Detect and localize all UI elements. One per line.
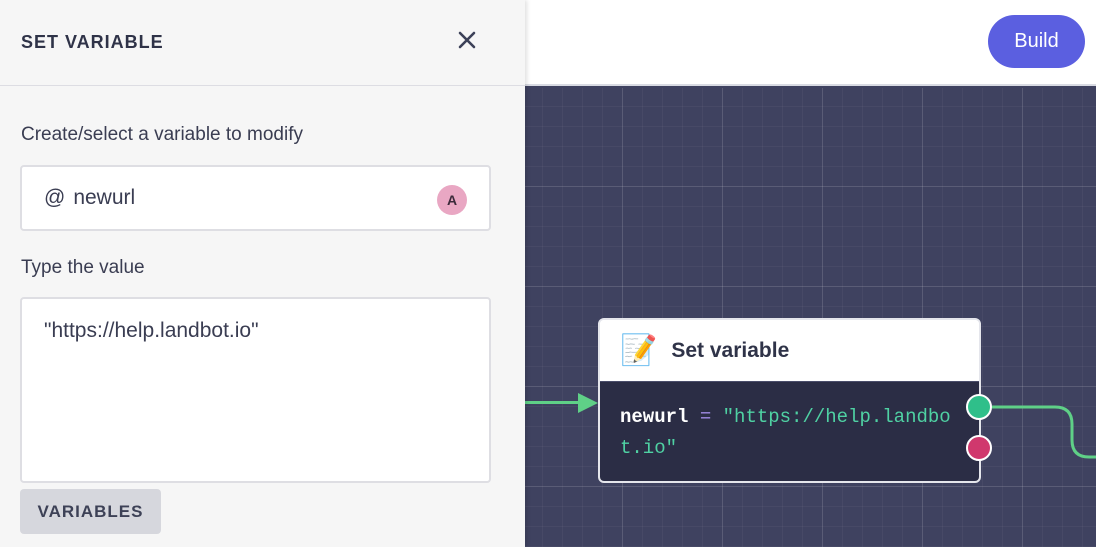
success-output-port[interactable] <box>966 394 992 420</box>
variables-button[interactable]: VARIABLES <box>20 489 161 534</box>
value-textarea[interactable]: "https://help.landbot.io" <box>20 297 491 483</box>
variable-field-label: Create/select a variable to modify <box>21 124 303 145</box>
memo-icon: 📝 <box>620 333 658 367</box>
at-icon: @ <box>44 186 66 209</box>
fail-output-port[interactable] <box>966 435 992 461</box>
panel-title: SET VARIABLE <box>21 32 164 52</box>
block-header: 📝 Set variable <box>600 320 979 381</box>
value-field-label: Type the value <box>21 257 145 278</box>
variable-type-badge: A <box>437 185 467 215</box>
panel-header: SET VARIABLE <box>0 0 525 86</box>
variable-select-input[interactable]: @ newurl A <box>20 165 491 231</box>
block-operator: = <box>699 406 712 428</box>
block-variable-name: newurl <box>620 406 689 428</box>
set-variable-block[interactable]: 📝 Set variable newurl = "https://help.la… <box>598 318 981 483</box>
variable-name-value: newurl <box>73 186 136 209</box>
side-panel: SET VARIABLE Create/select a variable to… <box>0 0 525 547</box>
close-icon[interactable] <box>453 26 481 54</box>
block-title: Set variable <box>671 338 790 362</box>
block-body: newurl = "https://help.landbot.io" <box>600 381 979 481</box>
